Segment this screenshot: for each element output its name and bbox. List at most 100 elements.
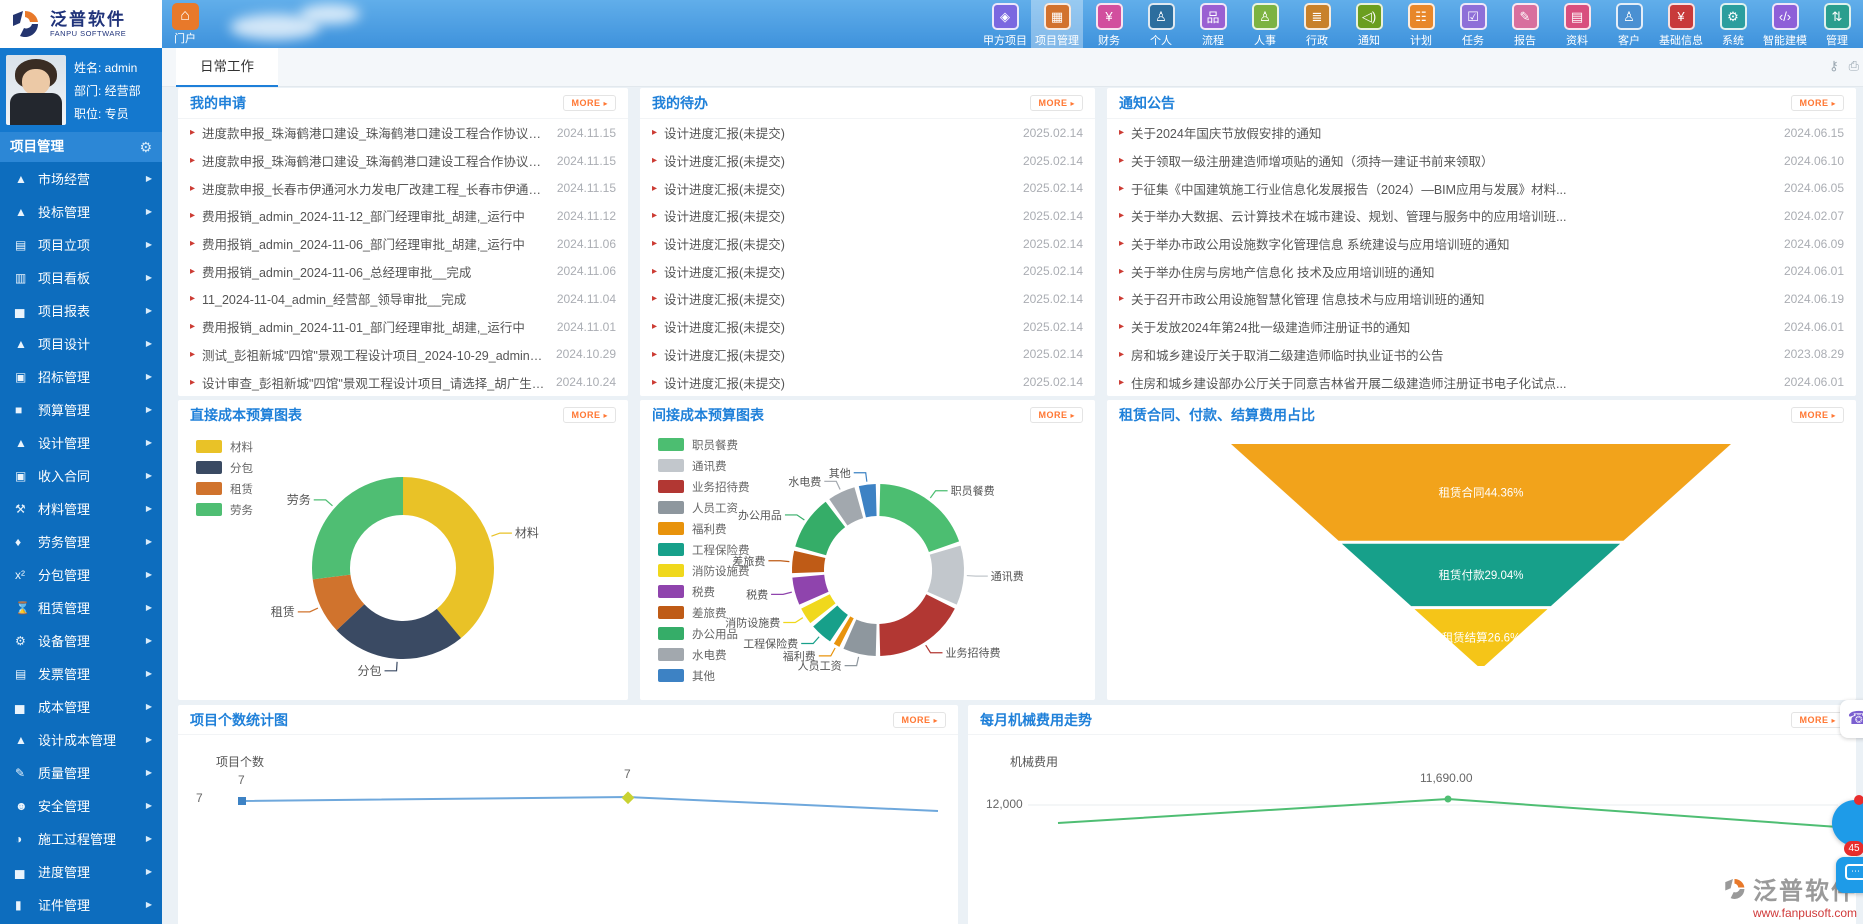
nav-item[interactable]: ▦ 项目管理 bbox=[1031, 0, 1083, 48]
nav-item[interactable]: ≣ 行政 bbox=[1291, 0, 1343, 48]
nav-item[interactable]: ⚙ 系统 bbox=[1707, 0, 1759, 48]
nav-item-portal[interactable]: ⌂ 门户 bbox=[168, 2, 202, 48]
nav-item[interactable]: 品 流程 bbox=[1187, 0, 1239, 48]
legend-item[interactable]: 工程保险费 bbox=[658, 539, 750, 560]
nav-item[interactable]: ♙ 客户 bbox=[1603, 0, 1655, 48]
list-item[interactable]: ▸ 关于举办市政公用设施数字化管理信息 系统建设与应用培训班的通知 2024.0… bbox=[1107, 230, 1856, 258]
printer-icon[interactable]: ⎙ bbox=[1849, 58, 1859, 74]
list-item[interactable]: ▸ 进度款申报_珠海鹤港口建设_珠海鹤港口建设工程合作协议书_admin_...… bbox=[178, 119, 628, 147]
customer-service-icon[interactable]: ☎ bbox=[1840, 700, 1863, 738]
list-item[interactable]: ▸ 设计进度汇报(未提交) 2025.02.14 bbox=[640, 341, 1095, 369]
sidebar-item-材料管理[interactable]: ⚒ 材料管理 ▶ bbox=[0, 492, 162, 525]
list-item[interactable]: ▸ 住房和城乡建设部办公厅关于同意吉林省开展二级建造师注册证书电子化试点... … bbox=[1107, 368, 1856, 396]
sidebar-section-header[interactable]: 项目管理 ⚙ bbox=[0, 132, 162, 162]
legend-item[interactable]: 人员工资 bbox=[658, 497, 750, 518]
sidebar-item-项目报表[interactable]: ▅ 项目报表 ▶ bbox=[0, 294, 162, 327]
sidebar-item-发票管理[interactable]: ▤ 发票管理 ▶ bbox=[0, 657, 162, 690]
more-button[interactable]: MORE ▸ bbox=[563, 95, 616, 111]
more-button[interactable]: MORE ▸ bbox=[893, 712, 946, 728]
list-item[interactable]: ▸ 设计进度汇报(未提交) 2025.02.14 bbox=[640, 230, 1095, 258]
gear-icon[interactable]: ⚙ bbox=[139, 132, 152, 162]
nav-item[interactable]: ☑ 任务 bbox=[1447, 0, 1499, 48]
nav-item[interactable]: ♙ 个人 bbox=[1135, 0, 1187, 48]
list-item[interactable]: ▸ 进度款申报_长春市伊通河水力发电厂改建工程_长春市伊通河水力发电... 20… bbox=[178, 174, 628, 202]
sidebar-item-分包管理[interactable]: x² 分包管理 ▶ bbox=[0, 558, 162, 591]
list-item[interactable]: ▸ 设计进度汇报(未提交) 2025.02.14 bbox=[640, 147, 1095, 175]
list-item[interactable]: ▸ 于征集《中国建筑施工行业信息化发展报告（2024）—BIM应用与发展》材料.… bbox=[1107, 174, 1856, 202]
sidebar-item-安全管理[interactable]: ☻ 安全管理 ▶ bbox=[0, 789, 162, 822]
legend-item[interactable]: 租赁 bbox=[196, 478, 253, 499]
list-item[interactable]: ▸ 费用报销_admin_2024-11-06_部门经理审批_胡建,_运行中 2… bbox=[178, 230, 628, 258]
sidebar-item-投标管理[interactable]: ▲ 投标管理 ▶ bbox=[0, 195, 162, 228]
message-button[interactable]: ⋯ bbox=[1836, 857, 1863, 893]
legend-item[interactable]: 福利费 bbox=[658, 518, 750, 539]
sidebar-item-劳务管理[interactable]: ♦ 劳务管理 ▶ bbox=[0, 525, 162, 558]
nav-item[interactable]: ◈ 甲方项目 bbox=[979, 0, 1031, 48]
legend-item[interactable]: 业务招待费 bbox=[658, 476, 750, 497]
legend-item[interactable]: 劳务 bbox=[196, 499, 253, 520]
sidebar-item-租赁管理[interactable]: ⌛ 租赁管理 ▶ bbox=[0, 591, 162, 624]
legend-item[interactable]: 材料 bbox=[196, 436, 253, 457]
tab-daily-work[interactable]: 日常工作 bbox=[176, 48, 278, 87]
legend-item[interactable]: 消防设施费 bbox=[658, 560, 750, 581]
nav-item[interactable]: ✎ 报告 bbox=[1499, 0, 1551, 48]
list-item[interactable]: ▸ 设计进度汇报(未提交) 2025.02.14 bbox=[640, 313, 1095, 341]
legend-item[interactable]: 通讯费 bbox=[658, 455, 750, 476]
list-item[interactable]: ▸ 设计进度汇报(未提交) 2025.02.14 bbox=[640, 119, 1095, 147]
more-button[interactable]: MORE ▸ bbox=[1791, 95, 1844, 111]
sidebar-item-设计成本管理[interactable]: ▲ 设计成本管理 ▶ bbox=[0, 723, 162, 756]
list-item[interactable]: ▸ 设计审查_彭祖新城"四馆"景观工程设计项目_请选择_胡广生_2024-10-… bbox=[178, 368, 628, 396]
list-item[interactable]: ▸ 费用报销_admin_2024-11-01_部门经理审批_胡建,_运行中 2… bbox=[178, 313, 628, 341]
nav-item[interactable]: ▤ 资料 bbox=[1551, 0, 1603, 48]
sidebar-item-预算管理[interactable]: ■ 预算管理 ▶ bbox=[0, 393, 162, 426]
sidebar-item-质量管理[interactable]: ✎ 质量管理 ▶ bbox=[0, 756, 162, 789]
sidebar-item-设计管理[interactable]: ▲ 设计管理 ▶ bbox=[0, 426, 162, 459]
sidebar-item-项目看板[interactable]: ▥ 项目看板 ▶ bbox=[0, 261, 162, 294]
legend-item[interactable]: 水电费 bbox=[658, 644, 750, 665]
legend-item[interactable]: 分包 bbox=[196, 457, 253, 478]
list-item[interactable]: ▸ 关于召开市政公用设施智慧化管理 信息技术与应用培训班的通知 2024.06.… bbox=[1107, 285, 1856, 313]
legend-item[interactable]: 税费 bbox=[658, 581, 750, 602]
sidebar-item-招标管理[interactable]: ▣ 招标管理 ▶ bbox=[0, 360, 162, 393]
legend-item[interactable]: 职员餐费 bbox=[658, 434, 750, 455]
more-button[interactable]: MORE ▸ bbox=[563, 407, 616, 423]
list-item[interactable]: ▸ 费用报销_admin_2024-11-12_部门经理审批_胡建,_运行中 2… bbox=[178, 202, 628, 230]
sidebar-item-市场经营[interactable]: ▲ 市场经营 ▶ bbox=[0, 162, 162, 195]
nav-item[interactable]: ⇅ 管理 bbox=[1811, 0, 1863, 48]
sidebar-item-项目立项[interactable]: ▤ 项目立项 ▶ bbox=[0, 228, 162, 261]
list-item[interactable]: ▸ 关于领取一级注册建造师增项贴的通知（须持一建证书前来领取） 2024.06.… bbox=[1107, 147, 1856, 175]
nav-item[interactable]: ♙ 人事 bbox=[1239, 0, 1291, 48]
list-item[interactable]: ▸ 费用报销_admin_2024-11-06_总经理审批__完成 2024.1… bbox=[178, 257, 628, 285]
nav-item[interactable]: ◁) 通知 bbox=[1343, 0, 1395, 48]
nav-item[interactable]: ‹/› 智能建模 bbox=[1759, 0, 1811, 48]
more-button[interactable]: MORE ▸ bbox=[1030, 95, 1083, 111]
nav-item[interactable]: ¥ 基础信息 bbox=[1655, 0, 1707, 48]
nav-item[interactable]: ☷ 计划 bbox=[1395, 0, 1447, 48]
sidebar-item-成本管理[interactable]: ▅ 成本管理 ▶ bbox=[0, 690, 162, 723]
list-item[interactable]: ▸ 11_2024-11-04_admin_经营部_领导审批__完成 2024.… bbox=[178, 285, 628, 313]
more-button[interactable]: MORE ▸ bbox=[1791, 712, 1844, 728]
sidebar-item-进度管理[interactable]: ▅ 进度管理 ▶ bbox=[0, 855, 162, 888]
more-button[interactable]: MORE ▸ bbox=[1030, 407, 1083, 423]
sidebar-item-项目设计[interactable]: ▲ 项目设计 ▶ bbox=[0, 327, 162, 360]
list-item[interactable]: ▸ 设计进度汇报(未提交) 2025.02.14 bbox=[640, 285, 1095, 313]
list-item[interactable]: ▸ 关于发放2024年第24批一级建造师注册证书的通知 2024.06.01 bbox=[1107, 313, 1856, 341]
more-button[interactable]: MORE ▸ bbox=[1791, 407, 1844, 423]
list-item[interactable]: ▸ 设计进度汇报(未提交) 2025.02.14 bbox=[640, 368, 1095, 396]
list-item[interactable]: ▸ 房和城乡建设厅关于取消二级建造师临时执业证书的公告 2023.08.29 bbox=[1107, 341, 1856, 369]
list-item[interactable]: ▸ 关于举办大数据、云计算技术在城市建设、规划、管理与服务中的应用培训班... … bbox=[1107, 202, 1856, 230]
sidebar-item-收入合同[interactable]: ▣ 收入合同 ▶ bbox=[0, 459, 162, 492]
sidebar-item-证件管理[interactable]: ▮ 证件管理 ▶ bbox=[0, 888, 162, 921]
sidebar-item-施工过程管理[interactable]: ◑ 施工过程管理 ▶ bbox=[0, 822, 162, 855]
list-item[interactable]: ▸ 关于举办住房与房地产信息化 技术及应用培训班的通知 2024.06.01 bbox=[1107, 257, 1856, 285]
legend-item[interactable]: 差旅费 bbox=[658, 602, 750, 623]
list-item[interactable]: ▸ 进度款申报_珠海鹤港口建设_珠海鹤港口建设工程合作协议书_admin_...… bbox=[178, 147, 628, 175]
nav-item[interactable]: ¥ 财务 bbox=[1083, 0, 1135, 48]
key-icon[interactable]: ⚷ bbox=[1829, 58, 1839, 74]
legend-item[interactable]: 办公用品 bbox=[658, 623, 750, 644]
legend-item[interactable]: 其他 bbox=[658, 665, 750, 686]
list-item[interactable]: ▸ 设计进度汇报(未提交) 2025.02.14 bbox=[640, 202, 1095, 230]
list-item[interactable]: ▸ 关于2024年国庆节放假安排的通知 2024.06.15 bbox=[1107, 119, 1856, 147]
sidebar-item-设备管理[interactable]: ⚙ 设备管理 ▶ bbox=[0, 624, 162, 657]
list-item[interactable]: ▸ 设计进度汇报(未提交) 2025.02.14 bbox=[640, 174, 1095, 202]
